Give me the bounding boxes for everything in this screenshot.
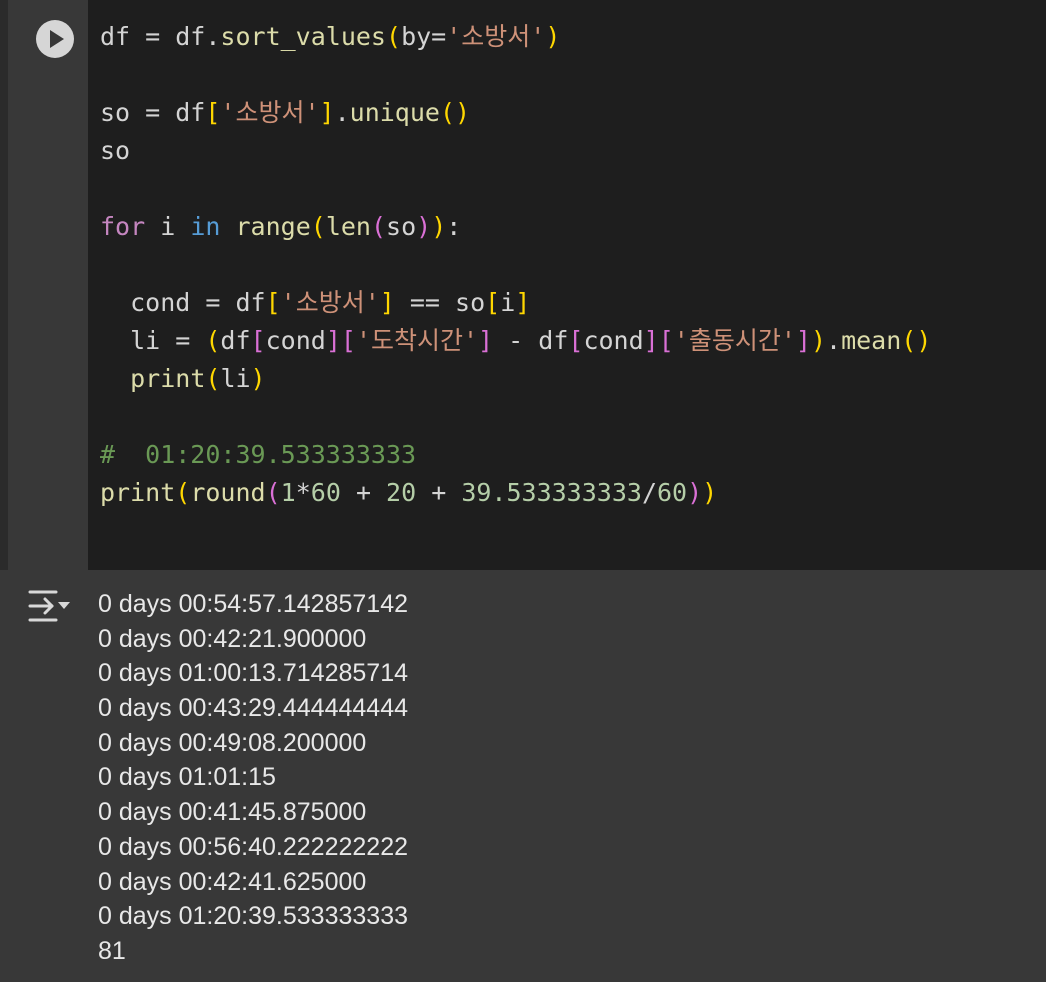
output-line: 0 days 00:41:45.875000 [98, 798, 367, 827]
run-cell-button[interactable] [36, 20, 74, 58]
code-line: # 01:20:39.533333333 [100, 440, 417, 469]
output-line: 0 days 00:49:08.200000 [98, 728, 367, 757]
code-line: cond = df['소방서'] == so[i] [100, 288, 531, 317]
output-text: 0 days 00:54:57.142857142 0 days 00:42:21… [98, 587, 408, 969]
code-editor[interactable]: df = df.sort_values(by='소방서')so = df['소방… [88, 0, 1046, 570]
output-line: 0 days 00:43:29.444444444 [98, 694, 408, 723]
output-line: 0 days 01:20:39.533333333 [98, 902, 408, 931]
output-line: 81 [98, 936, 126, 965]
cell-gutter [0, 0, 8, 570]
play-circle-icon [50, 30, 64, 48]
code-line: print(round(1*60 + 20 + 39.533333333/60)… [100, 478, 718, 507]
code-line: print(li) [130, 364, 266, 393]
code-line: so [100, 136, 131, 165]
output-line: 0 days 00:54:57.142857142 [98, 590, 408, 618]
run-area [8, 0, 88, 570]
output-toggle-icon [28, 590, 70, 622]
output-line: 0 days 01:00:13.714285714 [98, 659, 408, 688]
output-line: 0 days 00:56:40.222222222 [98, 832, 408, 861]
code-line: df = df.sort_values(by='소방서') [100, 22, 561, 51]
output-line: 0 days 00:42:41.625000 [98, 867, 367, 896]
code-line: for i in range(len(so)): [100, 212, 462, 241]
output-line: 0 days 00:42:21.900000 [98, 624, 367, 653]
output-line: 0 days 01:01:15 [98, 763, 276, 792]
output-toggle-button[interactable] [26, 586, 74, 626]
cell-output: 0 days 00:54:57.142857142 0 days 00:42:21… [0, 570, 1046, 982]
code-cell: df = df.sort_values(by='소방서')so = df['소방… [0, 0, 1046, 570]
code-text[interactable]: df = df.sort_values(by='소방서')so = df['소방… [100, 18, 931, 512]
code-line: so = df['소방서'].unique() [100, 98, 471, 127]
code-line: li = (df[cond]['도착시간'] - df[cond]['출동시간'… [100, 326, 932, 355]
